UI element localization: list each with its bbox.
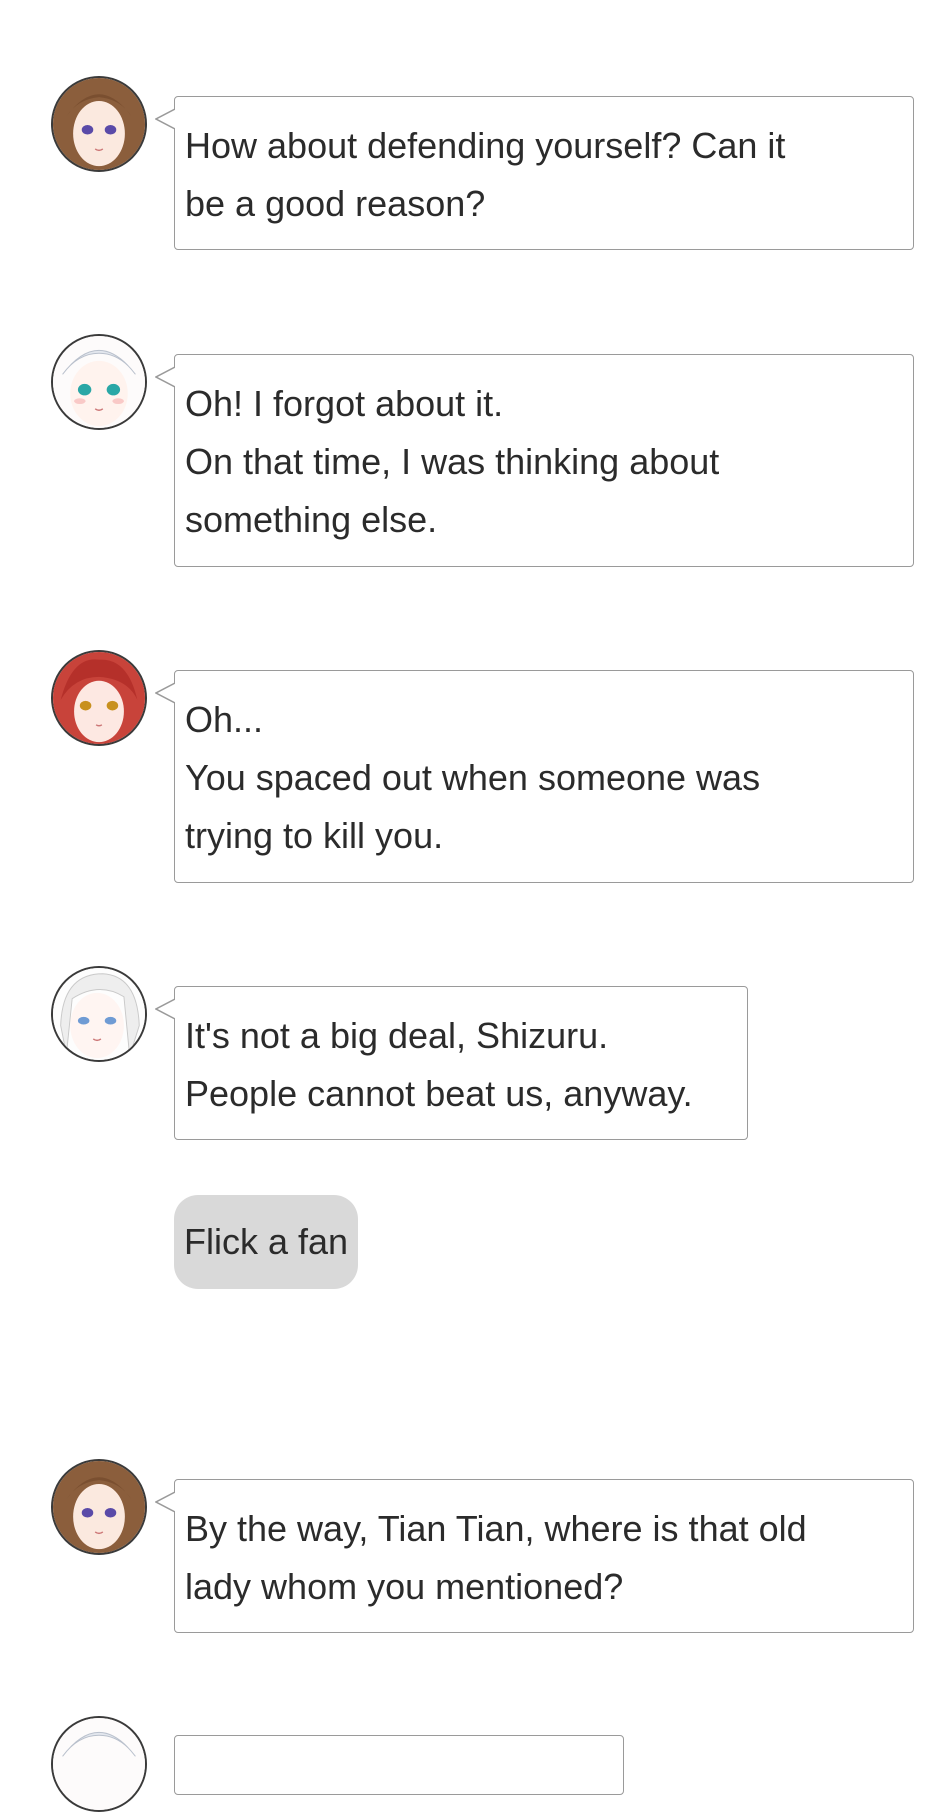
message-text-line: something else. bbox=[185, 499, 438, 540]
message-text-line: On that time, I was thinking about bbox=[185, 441, 720, 482]
choice-button-flick-a-fan[interactable]: Flick a fan bbox=[174, 1195, 359, 1289]
white-hair-blue-eyes-girl-avatar bbox=[51, 966, 147, 1062]
message-text-line: People cannot beat us, anyway. bbox=[185, 1073, 693, 1114]
speech-bubble: Oh... You spaced out when someone was tr… bbox=[155, 670, 914, 883]
message-text-line: You spaced out when someone was bbox=[185, 757, 761, 798]
message-text-line: lady whom you mentioned? bbox=[185, 1566, 624, 1607]
message-text-line: Oh... bbox=[185, 699, 264, 740]
message-text-line: trying to kill you. bbox=[185, 815, 444, 856]
white-hair-teal-eyes-girl-avatar bbox=[51, 1716, 147, 1812]
speech-bubble bbox=[174, 1735, 624, 1795]
message-text-line: How about defending yourself? Can it bbox=[185, 125, 786, 166]
speech-bubble: Oh! I forgot about it. On that time, I w… bbox=[155, 354, 914, 567]
speech-bubble: It's not a big deal, Shizuru. People can… bbox=[155, 986, 748, 1140]
message-text-line: Oh! I forgot about it. bbox=[185, 383, 504, 424]
speech-bubble: By the way, Tian Tian, where is that old… bbox=[155, 1479, 914, 1633]
red-hair-girl-avatar bbox=[51, 650, 147, 746]
speech-bubble: How about defending yourself? Can it be … bbox=[155, 96, 914, 250]
brown-hair-girl-avatar bbox=[51, 76, 147, 172]
brown-hair-girl-avatar bbox=[51, 1459, 147, 1555]
message-text-line: By the way, Tian Tian, where is that old bbox=[185, 1508, 807, 1549]
message-text-line: be a good reason? bbox=[185, 183, 486, 224]
white-hair-teal-eyes-girl-avatar bbox=[51, 334, 147, 430]
message-text-line: It's not a big deal, Shizuru. bbox=[185, 1015, 609, 1056]
